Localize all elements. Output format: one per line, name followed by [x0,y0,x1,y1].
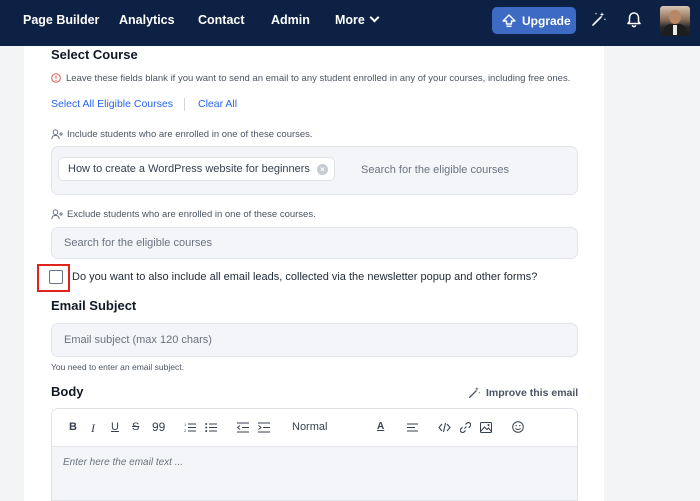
select-all-courses-link[interactable]: Select All Eligible Courses [51,98,173,110]
nav-page-builder[interactable]: Page Builder [23,13,99,27]
upgrade-button[interactable]: Upgrade [492,7,576,34]
email-subject-title: Email Subject [51,298,137,313]
magic-wand-icon [468,386,481,399]
bell-icon[interactable] [626,11,642,28]
format-select[interactable]: Normal [292,421,327,433]
nav-more[interactable]: More [335,12,380,27]
nav-more-label: More [335,13,365,27]
code-icon[interactable] [438,422,451,433]
top-navbar: Page Builder Analytics Contact Admin Mor… [0,0,700,46]
underline-icon[interactable]: U [111,421,119,433]
user-minus-icon [51,209,63,220]
italic-icon[interactable]: I [91,421,95,436]
email-body-input[interactable]: Enter here the email text ... [63,457,183,468]
email-subject-input[interactable]: Email subject (max 120 chars) [64,334,212,346]
course-chip: How to create a WordPress website for be… [58,157,335,181]
clear-all-link[interactable]: Clear All [198,98,237,110]
include-label: Include students who are enrolled in one… [67,129,313,140]
upgrade-label: Upgrade [522,13,571,28]
include-search-input[interactable]: Search for the eligible courses [361,164,509,176]
select-course-title: Select Course [51,47,138,62]
divider [184,98,185,111]
svg-text:1: 1 [184,422,187,427]
subject-hint: You need to enter an email subject. [51,362,184,372]
course-info-text: Leave these fields blank if you want to … [66,73,571,84]
strikethrough-icon[interactable]: S [132,421,139,433]
include-leads-checkbox[interactable] [49,270,63,284]
nav-admin[interactable]: Admin [271,13,310,27]
outdent-icon[interactable] [237,422,249,433]
course-chip-label: How to create a WordPress website for be… [68,163,310,175]
emoji-icon[interactable] [512,421,524,433]
quote-icon[interactable]: 99 [152,420,165,434]
chevron-down-icon [369,12,380,23]
link-icon[interactable] [460,422,471,433]
exclude-label: Exclude students who are enrolled in one… [67,209,316,220]
avatar[interactable] [660,6,690,36]
upgrade-arrow-icon [502,13,516,27]
align-icon[interactable] [407,423,418,432]
editor-toolbar: B I U S 99 1 2 Normal A [52,409,577,447]
exclude-search-input[interactable]: Search for the eligible courses [64,237,212,249]
body-title: Body [51,384,84,399]
image-icon[interactable] [480,422,492,433]
user-plus-icon [51,129,63,140]
improve-email-label: Improve this email [486,386,579,399]
remove-chip-icon[interactable]: × [316,164,328,175]
text-color-icon[interactable]: A [377,421,384,432]
ordered-list-icon[interactable]: 1 2 [184,422,196,433]
nav-contact[interactable]: Contact [198,13,245,27]
info-icon [51,73,61,83]
bullet-list-icon[interactable] [205,422,217,433]
email-body-editor[interactable]: B I U S 99 1 2 Normal A Enter here the e… [51,408,578,501]
svg-text:2: 2 [184,428,187,433]
bold-icon[interactable]: B [69,421,77,433]
improve-email-button[interactable]: Improve this email [468,386,578,399]
include-leads-label: Do you want to also include all email le… [72,271,538,283]
magic-wand-icon[interactable] [591,11,607,27]
indent-icon[interactable] [258,422,270,433]
nav-analytics[interactable]: Analytics [119,13,175,27]
